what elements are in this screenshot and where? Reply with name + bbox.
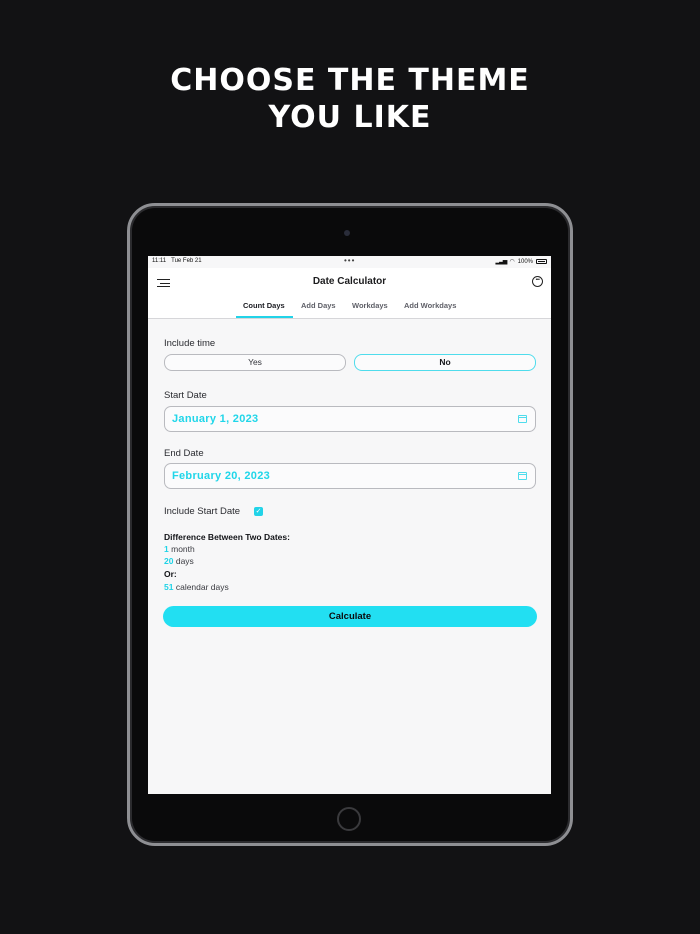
include-time-yes-button[interactable]: Yes bbox=[164, 354, 346, 371]
start-date-label: Start Date bbox=[164, 390, 207, 401]
promo-headline-line1: CHOOSE THE THEME bbox=[170, 63, 530, 98]
include-time-no-button[interactable]: No bbox=[354, 354, 536, 371]
calendar-icon[interactable] bbox=[518, 415, 527, 423]
calculate-button[interactable]: Calculate bbox=[163, 606, 537, 627]
status-time: 11:11 Tue Feb 21 bbox=[152, 258, 202, 264]
end-date-label: End Date bbox=[164, 448, 204, 459]
tab-bar: Count Days Add Days Workdays Add Workday… bbox=[148, 300, 551, 318]
result-months: 1 month bbox=[164, 544, 195, 554]
battery-percent: 100% bbox=[517, 258, 533, 265]
page-title: Date Calculator bbox=[312, 276, 387, 287]
home-button[interactable] bbox=[337, 807, 361, 831]
battery-icon bbox=[536, 259, 547, 264]
result-calendar-number: 51 bbox=[164, 582, 174, 592]
end-date-value: February 20, 2023 bbox=[172, 470, 271, 482]
result-or-label: Or: bbox=[164, 569, 177, 579]
result-heading: Difference Between Two Dates: bbox=[164, 532, 290, 542]
navigation-bar: Date Calculator ••• Count Days Add Days … bbox=[148, 268, 551, 319]
promo-headline-line2: YOU LIKE bbox=[268, 100, 432, 135]
active-tab-indicator bbox=[236, 316, 293, 318]
result-months-number: 1 bbox=[164, 544, 169, 554]
tab-workdays[interactable]: Workdays bbox=[352, 301, 388, 310]
more-options-icon[interactable]: ••• bbox=[532, 276, 543, 287]
include-start-date-label: Include Start Date bbox=[164, 506, 241, 517]
multitask-dots-icon[interactable]: ••• bbox=[344, 256, 355, 265]
camera-icon bbox=[344, 230, 350, 236]
result-days-number: 20 bbox=[164, 556, 174, 566]
result-days: 20 days bbox=[164, 556, 194, 566]
result-calendar-days: 51 calendar days bbox=[164, 582, 229, 592]
start-date-value: January 1, 2023 bbox=[172, 413, 259, 425]
calendar-icon[interactable] bbox=[518, 472, 527, 480]
status-bar: 11:11 Tue Feb 21 ••• ▂▃▅ ◠ 100% bbox=[148, 256, 551, 268]
result-calendar-unit: calendar days bbox=[175, 582, 229, 592]
promo-headline: CHOOSE THE THEME YOU LIKE bbox=[0, 62, 700, 136]
signal-icon: ▂▃▅ bbox=[495, 259, 508, 265]
tab-add-workdays[interactable]: Add Workdays bbox=[404, 301, 456, 310]
status-date: Tue Feb 21 bbox=[171, 258, 202, 264]
end-date-field[interactable]: February 20, 2023 bbox=[164, 463, 536, 489]
status-indicators: ▂▃▅ ◠ 100% bbox=[496, 258, 547, 265]
include-start-date-checkbox[interactable]: ✓ bbox=[254, 507, 263, 516]
result-days-unit: days bbox=[175, 556, 194, 566]
tab-add-days[interactable]: Add Days bbox=[301, 301, 336, 310]
wifi-icon: ◠ bbox=[509, 259, 515, 265]
result-months-unit: month bbox=[171, 544, 195, 554]
app-screen: 11:11 Tue Feb 21 ••• ▂▃▅ ◠ 100% Date Cal… bbox=[148, 256, 551, 794]
status-clock: 11:11 bbox=[152, 258, 167, 264]
start-date-field[interactable]: January 1, 2023 bbox=[164, 406, 536, 432]
tab-count-days[interactable]: Count Days bbox=[243, 301, 285, 310]
include-time-label: Include time bbox=[164, 338, 216, 349]
